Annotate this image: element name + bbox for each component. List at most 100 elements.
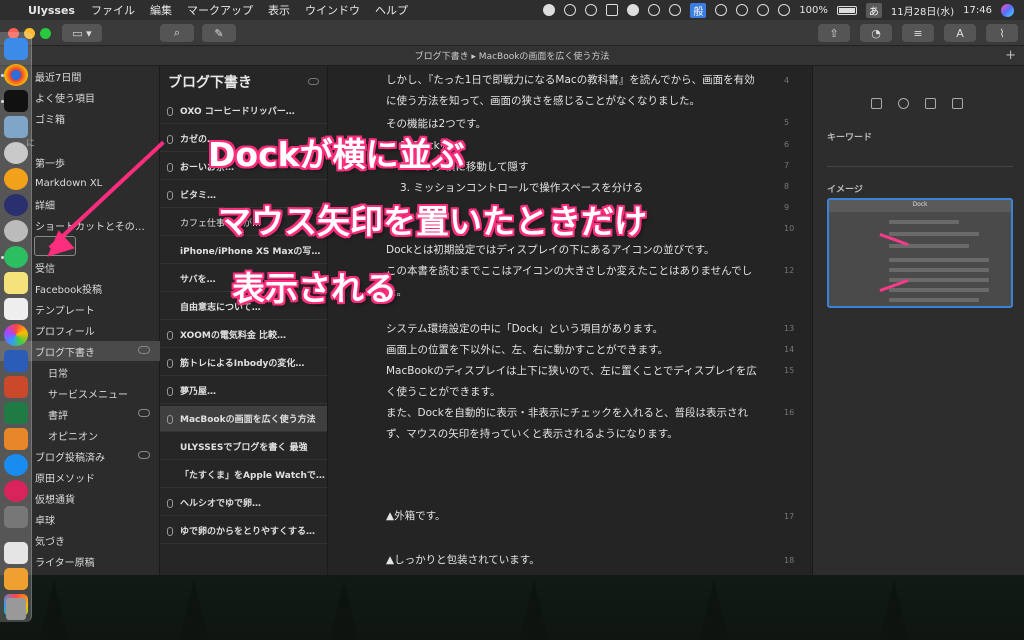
editor-paragraph[interactable]: しかし、『たった1日で即戦力になるMacの教科書』を読んでから、画面を有効に使う… bbox=[386, 70, 762, 112]
menu-view[interactable]: 表示 bbox=[268, 2, 290, 18]
battery-icon[interactable] bbox=[836, 5, 857, 15]
photos-icon[interactable] bbox=[4, 324, 28, 346]
line-number: 4 bbox=[784, 76, 790, 85]
menu-help[interactable]: ヘルプ bbox=[375, 2, 408, 18]
share-button[interactable]: ⇧ bbox=[818, 24, 850, 42]
keyword-label: キーワード bbox=[827, 133, 873, 143]
attachments-panel: キーワード イメージ Dock bbox=[812, 66, 1024, 575]
preview-icon[interactable] bbox=[4, 116, 28, 138]
sheet-item[interactable]: ULYSSESでブログを書く 最強 bbox=[160, 434, 327, 460]
menu-window[interactable]: ウインドウ bbox=[305, 2, 360, 18]
script-status-icon[interactable] bbox=[669, 4, 682, 16]
library-item-label: ゴミ箱 bbox=[35, 114, 65, 126]
sheet-item[interactable]: 「たすくま」をApple Watchで… bbox=[160, 462, 327, 488]
image-icon[interactable] bbox=[952, 98, 963, 109]
outline-button[interactable]: ≡ bbox=[902, 24, 934, 42]
goals-button[interactable]: ◔ bbox=[860, 24, 892, 42]
ime-hiragana-badge[interactable]: あ bbox=[865, 2, 882, 18]
tree-silhouette bbox=[180, 580, 208, 640]
menu-bar: Ulysses ファイル 編集 マークアップ 表示 ウインドウ ヘルプ 般 10… bbox=[0, 0, 1024, 20]
finder-icon[interactable] bbox=[4, 38, 28, 60]
sheet-item[interactable]: OXO コーヒードリッパー… bbox=[160, 98, 327, 124]
battery-percent[interactable]: 100% bbox=[799, 5, 828, 16]
info-status-icon[interactable] bbox=[585, 4, 598, 16]
library-item-label: ブログ投稿済み bbox=[35, 452, 105, 464]
menu-edit[interactable]: 編集 bbox=[150, 2, 172, 18]
editor-paragraph[interactable]: ▲しっかりと包装されています。 bbox=[386, 550, 762, 571]
launchpad-icon[interactable] bbox=[4, 142, 28, 164]
square-status-icon[interactable] bbox=[606, 4, 619, 16]
library-item-label: 最近7日間 bbox=[35, 72, 82, 84]
time-machine-icon[interactable] bbox=[715, 4, 728, 16]
rocket-icon[interactable] bbox=[4, 220, 28, 242]
sheet-item[interactable]: ゆで卵のからをとりやすくする… bbox=[160, 518, 327, 544]
sheet-item-label: XOOMの電気料金 比較… bbox=[180, 331, 287, 341]
thumbnail-row bbox=[889, 298, 979, 302]
paperclip-icon bbox=[167, 135, 173, 144]
ulysses-window: ▭ ▾ ⌕ ✎ ⇧ ◔ ≡ A ⌇ ブログ下書き ▸ MacBookの画面を広く… bbox=[0, 20, 1024, 575]
butterfly-app-icon[interactable] bbox=[4, 168, 28, 190]
dropbox-status-icon[interactable] bbox=[627, 4, 640, 16]
notes-icon[interactable] bbox=[4, 272, 28, 294]
add-tab-button[interactable]: + bbox=[1005, 48, 1016, 63]
bluetooth-icon[interactable] bbox=[736, 4, 749, 16]
paperclip-icon bbox=[167, 415, 173, 424]
siri-icon[interactable] bbox=[1001, 3, 1014, 17]
excel-icon[interactable] bbox=[4, 402, 28, 424]
new-sheet-button[interactable]: ✎ bbox=[202, 24, 236, 42]
library-item-label: 第一歩 bbox=[35, 158, 65, 170]
sidebar-toggle-button[interactable]: ▭ ▾ bbox=[62, 24, 102, 42]
ulysses-icon[interactable] bbox=[4, 90, 28, 112]
sheet-item[interactable]: 筋トレによるInbodyの変化… bbox=[160, 350, 327, 376]
tag-icon[interactable] bbox=[871, 98, 882, 109]
search-button[interactable]: ⌕ bbox=[160, 24, 194, 42]
editor-paragraph[interactable]: システム環境設定の中に「Dock」という項目があります。 bbox=[386, 319, 762, 340]
reminders-icon[interactable] bbox=[4, 298, 28, 320]
app-store-icon[interactable] bbox=[4, 454, 28, 476]
attached-image-thumbnail[interactable]: Dock bbox=[827, 198, 1013, 308]
sheet-item[interactable]: XOOMの電気料金 比較… bbox=[160, 322, 327, 348]
zoom-window-button[interactable] bbox=[40, 28, 51, 39]
attachments-button[interactable]: ⌇ bbox=[986, 24, 1018, 42]
library-item-label: ショートカットとその… bbox=[35, 221, 145, 233]
editor-paragraph[interactable]: また、Dockを自動的に表示・非表示にチェックを入れると、普段は表示されず、マウ… bbox=[386, 403, 762, 445]
menu-markup[interactable]: マークアップ bbox=[187, 2, 253, 18]
line-number: 17 bbox=[784, 512, 795, 521]
editor-paragraph[interactable]: Dockとは初期設定ではディスプレイの下にあるアイコンの並びです。 bbox=[386, 240, 762, 261]
goal-icon[interactable] bbox=[898, 98, 909, 109]
note-icon[interactable] bbox=[925, 98, 936, 109]
menu-app-name[interactable]: Ulysses bbox=[28, 4, 75, 17]
evernote-status-icon[interactable] bbox=[543, 4, 556, 16]
library-item-label: ライター原稿 bbox=[35, 557, 95, 569]
books-icon[interactable] bbox=[4, 428, 28, 450]
tree-silhouette bbox=[880, 580, 908, 640]
editor-paragraph[interactable]: ▲外箱です。 bbox=[386, 506, 762, 527]
editor-paragraph[interactable]: 画面上の位置を下以外に、左、右に動かすことができます。 bbox=[386, 340, 762, 361]
sheet-item-selected[interactable]: MacBookの画面を広く使う方法 bbox=[160, 406, 327, 432]
menubar-time[interactable]: 17:46 bbox=[963, 5, 992, 16]
system-preferences-icon[interactable] bbox=[4, 506, 28, 528]
ime-kanji-badge[interactable]: 般 bbox=[690, 2, 707, 18]
typewriter-button[interactable]: A bbox=[944, 24, 976, 42]
word-icon[interactable] bbox=[4, 350, 28, 372]
upload-status-icon[interactable] bbox=[648, 4, 661, 16]
sheet-item[interactable]: ヘルシオでゆで卵… bbox=[160, 490, 327, 516]
editor-paragraph[interactable]: この本書を読むまでここはアイコンの大きさしか変えたことはありませんでした。 bbox=[386, 261, 762, 303]
powerpoint-icon[interactable] bbox=[4, 376, 28, 398]
sheet-item[interactable]: 夢乃屋… bbox=[160, 378, 327, 404]
evernote-icon[interactable] bbox=[4, 246, 28, 268]
sync-status-icon[interactable] bbox=[564, 4, 577, 16]
menubar-date[interactable]: 11月28日(水) bbox=[891, 3, 954, 18]
speaker-deck-icon[interactable] bbox=[4, 480, 28, 502]
menu-file[interactable]: ファイル bbox=[91, 2, 135, 18]
chrome-icon[interactable] bbox=[4, 64, 28, 86]
siri-dock-icon[interactable] bbox=[4, 194, 28, 216]
editor-paragraph[interactable]: MacBookのディスプレイは上下に狭いので、左に置くことでディスプレイを広く使… bbox=[386, 361, 762, 403]
wifi-icon[interactable] bbox=[757, 4, 770, 16]
line-number: 5 bbox=[784, 118, 790, 127]
library-item-label: サービスメニュー bbox=[48, 389, 128, 401]
trash-icon[interactable] bbox=[6, 598, 26, 620]
pages-icon[interactable] bbox=[4, 568, 28, 590]
volume-icon[interactable] bbox=[778, 4, 791, 16]
textedit-icon[interactable] bbox=[4, 542, 28, 564]
